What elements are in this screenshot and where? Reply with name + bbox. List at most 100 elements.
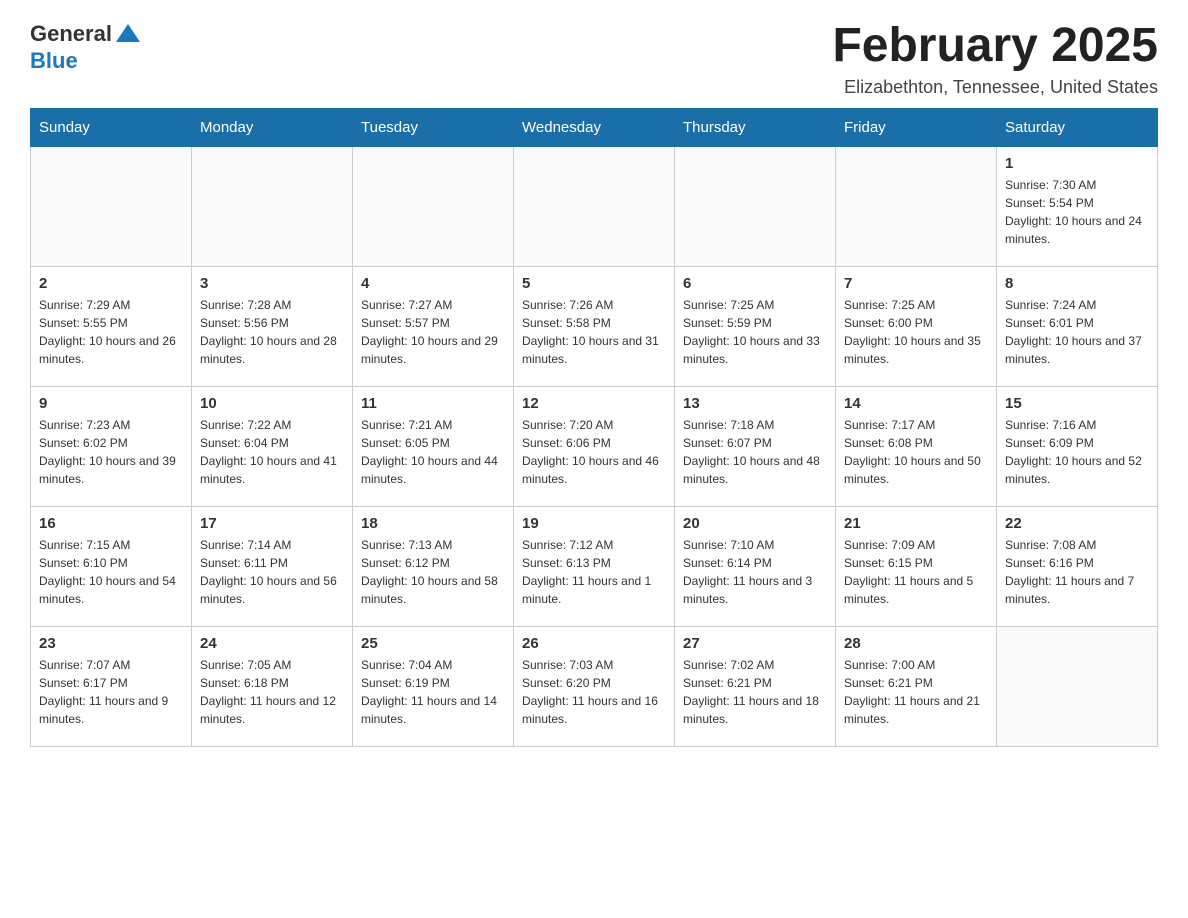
logo-general: General — [30, 21, 112, 47]
calendar-day-cell: 16 Sunrise: 7:15 AMSunset: 6:10 PMDayligh… — [31, 506, 192, 626]
calendar-day-cell: 24 Sunrise: 7:05 AMSunset: 6:18 PMDayligh… — [192, 626, 353, 746]
day-of-week-header: Thursday — [675, 108, 836, 146]
calendar-day-cell: 15 Sunrise: 7:16 AMSunset: 6:09 PMDayligh… — [997, 386, 1158, 506]
day-info: Sunrise: 7:15 AMSunset: 6:10 PMDaylight:… — [39, 536, 183, 608]
calendar-day-cell: 6 Sunrise: 7:25 AMSunset: 5:59 PMDaylight… — [675, 266, 836, 386]
calendar-day-cell — [836, 146, 997, 266]
day-number: 15 — [1005, 395, 1149, 412]
day-info: Sunrise: 7:27 AMSunset: 5:57 PMDaylight:… — [361, 296, 505, 368]
calendar-week-row: 2 Sunrise: 7:29 AMSunset: 5:55 PMDaylight… — [31, 266, 1158, 386]
day-of-week-header: Monday — [192, 108, 353, 146]
calendar-day-cell: 28 Sunrise: 7:00 AMSunset: 6:21 PMDayligh… — [836, 626, 997, 746]
day-info: Sunrise: 7:10 AMSunset: 6:14 PMDaylight:… — [683, 536, 827, 608]
day-info: Sunrise: 7:02 AMSunset: 6:21 PMDaylight:… — [683, 656, 827, 728]
calendar-day-cell: 20 Sunrise: 7:10 AMSunset: 6:14 PMDayligh… — [675, 506, 836, 626]
day-info: Sunrise: 7:25 AMSunset: 5:59 PMDaylight:… — [683, 296, 827, 368]
day-number: 9 — [39, 395, 183, 412]
logo-triangle-icon — [114, 20, 142, 48]
day-info: Sunrise: 7:14 AMSunset: 6:11 PMDaylight:… — [200, 536, 344, 608]
day-info: Sunrise: 7:28 AMSunset: 5:56 PMDaylight:… — [200, 296, 344, 368]
day-number: 23 — [39, 635, 183, 652]
calendar-day-cell: 17 Sunrise: 7:14 AMSunset: 6:11 PMDayligh… — [192, 506, 353, 626]
calendar-day-cell: 26 Sunrise: 7:03 AMSunset: 6:20 PMDayligh… — [514, 626, 675, 746]
day-info: Sunrise: 7:26 AMSunset: 5:58 PMDaylight:… — [522, 296, 666, 368]
day-info: Sunrise: 7:20 AMSunset: 6:06 PMDaylight:… — [522, 416, 666, 488]
day-info: Sunrise: 7:16 AMSunset: 6:09 PMDaylight:… — [1005, 416, 1149, 488]
calendar-day-cell: 13 Sunrise: 7:18 AMSunset: 6:07 PMDayligh… — [675, 386, 836, 506]
calendar-day-cell: 14 Sunrise: 7:17 AMSunset: 6:08 PMDayligh… — [836, 386, 997, 506]
day-number: 2 — [39, 275, 183, 292]
day-number: 20 — [683, 515, 827, 532]
day-number: 25 — [361, 635, 505, 652]
calendar-week-row: 16 Sunrise: 7:15 AMSunset: 6:10 PMDayligh… — [31, 506, 1158, 626]
logo-blue: Blue — [30, 48, 78, 73]
calendar-day-cell — [997, 626, 1158, 746]
calendar-day-cell: 10Sunrise: 7:22 AMSunset: 6:04 PMDayligh… — [192, 386, 353, 506]
calendar-day-cell: 4Sunrise: 7:27 AMSunset: 5:57 PMDaylight… — [353, 266, 514, 386]
calendar-day-cell: 1 Sunrise: 7:30 AMSunset: 5:54 PMDaylight… — [997, 146, 1158, 266]
calendar-day-cell: 9 Sunrise: 7:23 AMSunset: 6:02 PMDaylight… — [31, 386, 192, 506]
day-number: 21 — [844, 515, 988, 532]
calendar-day-cell: 25 Sunrise: 7:04 AMSunset: 6:19 PMDayligh… — [353, 626, 514, 746]
month-title: February 2025 — [832, 20, 1158, 73]
calendar-day-cell: 27 Sunrise: 7:02 AMSunset: 6:21 PMDayligh… — [675, 626, 836, 746]
location: Elizabethton, Tennessee, United States — [832, 77, 1158, 98]
calendar-day-cell — [31, 146, 192, 266]
day-info: Sunrise: 7:08 AMSunset: 6:16 PMDaylight:… — [1005, 536, 1149, 608]
day-info: Sunrise: 7:12 AMSunset: 6:13 PMDaylight:… — [522, 536, 666, 608]
day-info: Sunrise: 7:21 AMSunset: 6:05 PMDaylight:… — [361, 416, 505, 488]
logo: General Blue — [30, 20, 142, 74]
days-of-week-row: SundayMondayTuesdayWednesdayThursdayFrid… — [31, 108, 1158, 146]
day-info: Sunrise: 7:25 AMSunset: 6:00 PMDaylight:… — [844, 296, 988, 368]
day-number: 11 — [361, 395, 505, 412]
calendar-day-cell: 21 Sunrise: 7:09 AMSunset: 6:15 PMDayligh… — [836, 506, 997, 626]
day-info: Sunrise: 7:05 AMSunset: 6:18 PMDaylight:… — [200, 656, 344, 728]
calendar-day-cell: 7 Sunrise: 7:25 AMSunset: 6:00 PMDaylight… — [836, 266, 997, 386]
day-info: Sunrise: 7:00 AMSunset: 6:21 PMDaylight:… — [844, 656, 988, 728]
day-info: Sunrise: 7:04 AMSunset: 6:19 PMDaylight:… — [361, 656, 505, 728]
day-number: 26 — [522, 635, 666, 652]
calendar-day-cell: 5 Sunrise: 7:26 AMSunset: 5:58 PMDaylight… — [514, 266, 675, 386]
calendar-day-cell: 22Sunrise: 7:08 AMSunset: 6:16 PMDayligh… — [997, 506, 1158, 626]
day-number: 17 — [200, 515, 344, 532]
day-of-week-header: Tuesday — [353, 108, 514, 146]
page-header: General Blue February 2025 Elizabethton,… — [30, 20, 1158, 98]
calendar-day-cell: 3Sunrise: 7:28 AMSunset: 5:56 PMDaylight… — [192, 266, 353, 386]
day-number: 10 — [200, 395, 344, 412]
day-number: 6 — [683, 275, 827, 292]
calendar-day-cell: 12 Sunrise: 7:20 AMSunset: 6:06 PMDayligh… — [514, 386, 675, 506]
day-number: 1 — [1005, 155, 1149, 172]
day-number: 7 — [844, 275, 988, 292]
day-number: 5 — [522, 275, 666, 292]
day-info: Sunrise: 7:03 AMSunset: 6:20 PMDaylight:… — [522, 656, 666, 728]
day-number: 16 — [39, 515, 183, 532]
day-info: Sunrise: 7:13 AMSunset: 6:12 PMDaylight:… — [361, 536, 505, 608]
day-number: 14 — [844, 395, 988, 412]
day-of-week-header: Sunday — [31, 108, 192, 146]
calendar-day-cell: 19 Sunrise: 7:12 AMSunset: 6:13 PMDayligh… — [514, 506, 675, 626]
day-info: Sunrise: 7:23 AMSunset: 6:02 PMDaylight:… — [39, 416, 183, 488]
day-of-week-header: Wednesday — [514, 108, 675, 146]
day-info: Sunrise: 7:18 AMSunset: 6:07 PMDaylight:… — [683, 416, 827, 488]
day-number: 28 — [844, 635, 988, 652]
calendar-week-row: 9 Sunrise: 7:23 AMSunset: 6:02 PMDaylight… — [31, 386, 1158, 506]
day-info: Sunrise: 7:29 AMSunset: 5:55 PMDaylight:… — [39, 296, 183, 368]
day-number: 18 — [361, 515, 505, 532]
day-info: Sunrise: 7:30 AMSunset: 5:54 PMDaylight:… — [1005, 176, 1149, 248]
calendar-header: SundayMondayTuesdayWednesdayThursdayFrid… — [31, 108, 1158, 146]
day-number: 24 — [200, 635, 344, 652]
calendar-day-cell: 2 Sunrise: 7:29 AMSunset: 5:55 PMDaylight… — [31, 266, 192, 386]
calendar-day-cell — [353, 146, 514, 266]
day-of-week-header: Friday — [836, 108, 997, 146]
day-info: Sunrise: 7:09 AMSunset: 6:15 PMDaylight:… — [844, 536, 988, 608]
day-number: 12 — [522, 395, 666, 412]
day-number: 19 — [522, 515, 666, 532]
calendar-day-cell — [514, 146, 675, 266]
calendar-week-row: 23Sunrise: 7:07 AMSunset: 6:17 PMDayligh… — [31, 626, 1158, 746]
day-number: 13 — [683, 395, 827, 412]
calendar-day-cell: 8Sunrise: 7:24 AMSunset: 6:01 PMDaylight… — [997, 266, 1158, 386]
day-number: 27 — [683, 635, 827, 652]
day-info: Sunrise: 7:17 AMSunset: 6:08 PMDaylight:… — [844, 416, 988, 488]
day-of-week-header: Saturday — [997, 108, 1158, 146]
day-info: Sunrise: 7:24 AMSunset: 6:01 PMDaylight:… — [1005, 296, 1149, 368]
